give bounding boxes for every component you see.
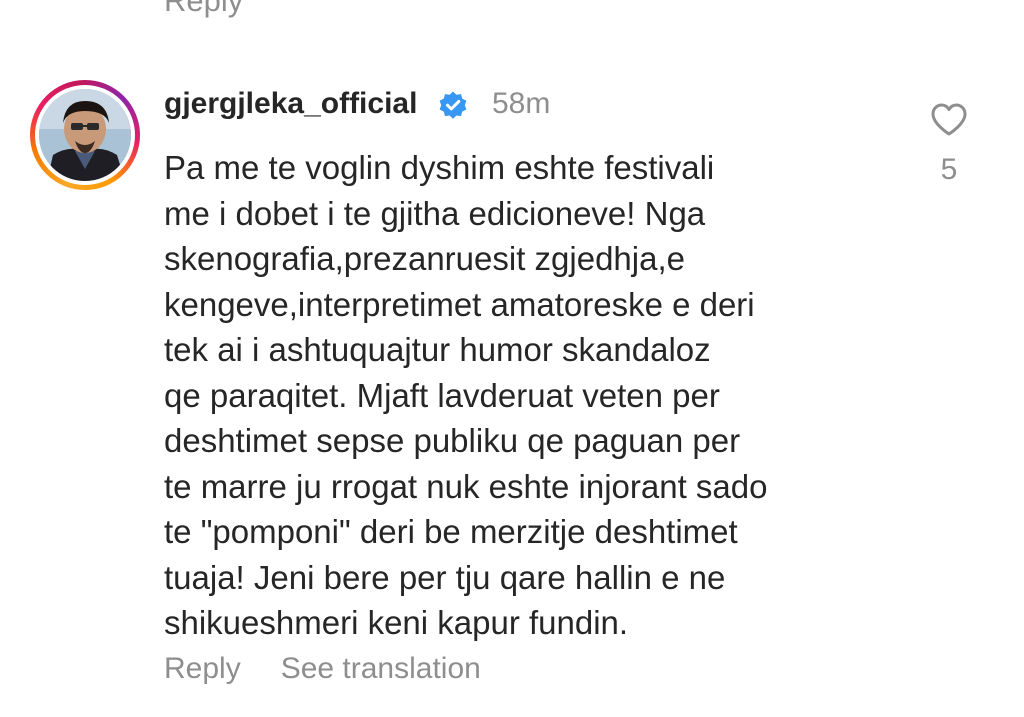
story-ring[interactable] (30, 80, 140, 190)
previous-reply-link[interactable]: Reply (164, 0, 243, 19)
like-count: 5 (940, 153, 958, 186)
comment-line: skenografia,prezanruesit zgjedhja,e (164, 240, 685, 277)
heart-icon[interactable] (929, 100, 969, 140)
verified-badge-icon (439, 91, 467, 119)
comment-line: qe paraqitet. Mjaft lavderuat veten per (164, 376, 720, 414)
avatar-photo (39, 89, 131, 181)
comment-timestamp: 58m (492, 87, 551, 120)
comment-line: kengeve,interpretimet amatoreske e deri (164, 285, 755, 323)
see-translation-button[interactable]: See translation (281, 652, 481, 685)
avatar-border (35, 85, 135, 185)
comment-line: te "pomponi" deri be merzitje deshtimet (164, 513, 738, 550)
comment-line: Pa me te voglin dyshim eshte festivali (164, 149, 715, 186)
comment-line: tuaja! Jeni bere per tju qare hallin e n… (164, 558, 726, 596)
comment-actions: Reply See translation (164, 651, 481, 687)
reply-button[interactable]: Reply (164, 652, 241, 685)
comment-line: shikueshmeri keni kapur fundin. (164, 604, 629, 641)
comment-text: Pa me te voglin dyshim eshte festivali m… (164, 145, 884, 646)
comment-line: me i dobet i te gjitha edicioneve! Nga (164, 194, 706, 232)
comment-line: deshtimet sepse publiku qe paguan per (164, 422, 741, 459)
comment-username[interactable]: gjergjleka_official (164, 86, 417, 122)
comment-line: te marre ju rrogat nuk eshte injorant sa… (164, 467, 768, 505)
comment-line: tek ai i ashtuquajtur humor skandaloz (164, 331, 711, 368)
avatar[interactable] (39, 89, 131, 181)
